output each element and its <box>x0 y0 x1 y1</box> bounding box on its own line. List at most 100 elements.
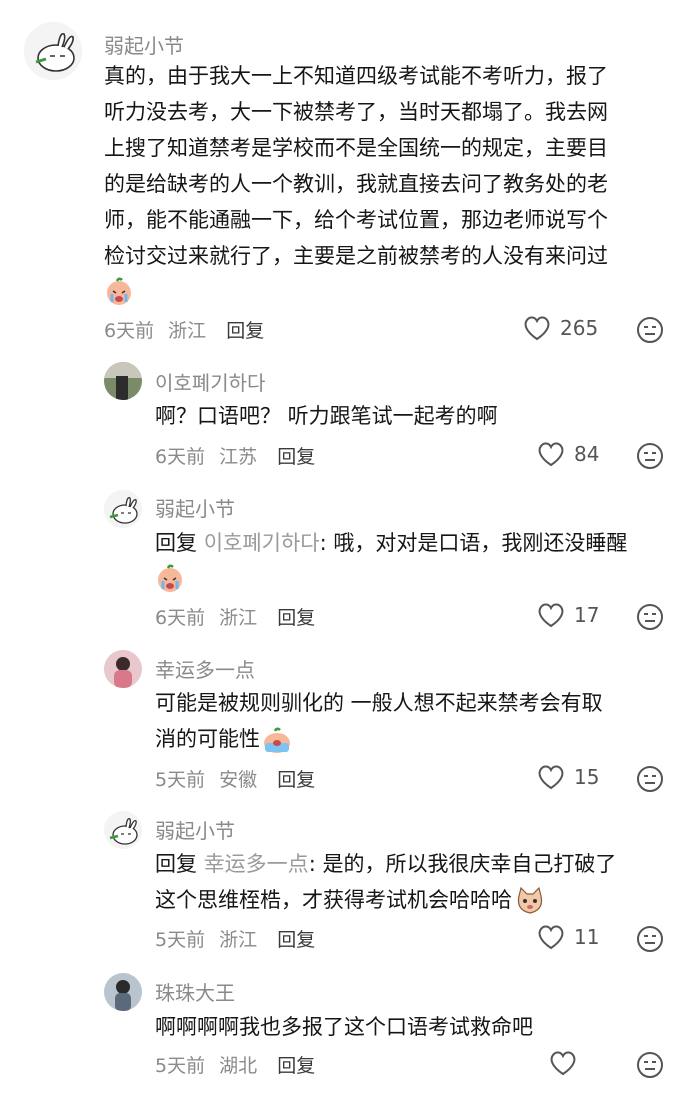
dislike-button[interactable] <box>636 1051 664 1079</box>
comment-meta: 5天前 浙江 回复 <box>155 925 315 952</box>
crying-face-emoji <box>104 276 134 306</box>
photo-avatar-icon <box>104 650 142 688</box>
like-count: 84 <box>574 442 600 466</box>
dislike-button[interactable] <box>636 925 664 953</box>
neutral-face-icon <box>637 1052 663 1078</box>
comment-text: 回复 幸运多一点: 是的，所以我很庆幸自己打破了 这个思维桎梏，才获得考试机会哈… <box>155 846 616 918</box>
avatar[interactable] <box>104 650 142 688</box>
bunny-avatar-icon <box>24 22 82 80</box>
sobbing-emoji <box>262 725 292 755</box>
timestamp: 5天前 <box>155 769 206 791</box>
reply-button[interactable]: 回复 <box>277 769 315 791</box>
like-button[interactable]: 17 <box>536 601 599 629</box>
crying-face-emoji <box>155 563 185 593</box>
neutral-face-icon <box>637 766 663 792</box>
reply-button[interactable]: 回复 <box>277 1055 315 1077</box>
comment-text: 真的，由于我大一上不知道四级考试能不考听力，报了 听力没去考，大一下被禁考了，当… <box>104 58 608 274</box>
reply-button[interactable]: 回复 <box>277 929 315 951</box>
reply-button[interactable]: 回复 <box>226 320 264 342</box>
timestamp: 6天前 <box>155 607 206 629</box>
location: 江苏 <box>219 446 258 468</box>
username[interactable]: 幸运多一点 <box>155 654 255 683</box>
location: 安徽 <box>219 769 258 791</box>
comment-line: 啊啊啊啊我也多报了这个口语考试救命吧 <box>155 1015 533 1039</box>
username[interactable]: 弱起小节 <box>155 815 235 844</box>
dislike-button[interactable] <box>636 765 664 793</box>
heart-icon <box>538 442 564 467</box>
comment-meta: 6天前 浙江 回复 <box>104 316 264 343</box>
like-count: 17 <box>574 603 600 627</box>
timestamp: 5天前 <box>155 929 206 951</box>
photo-avatar-icon <box>104 362 142 400</box>
username[interactable]: 珠珠大王 <box>155 977 235 1006</box>
reply-item: 珠珠大王 啊啊啊啊我也多报了这个口语考试救命吧 5天前 湖北 回复 <box>0 965 690 1100</box>
comment-text: 啊啊啊啊我也多报了这个口语考试救命吧 <box>155 1009 533 1045</box>
neutral-face-icon <box>637 604 663 630</box>
comment-line: 上搜了知道禁考是学校而不是全国统一的规定，主要目 <box>104 136 608 160</box>
comment-line: 啊？口语吧？ 听力跟笔试一起考的啊 <box>155 404 498 428</box>
username[interactable]: 弱起小节 <box>155 493 235 522</box>
comment-line: 的是给缺考的人一个教训，我就直接去问了教务处的老 <box>104 172 608 196</box>
comment-line: 可能是被规则驯化的 一般人想不起来禁考会有取 <box>155 691 603 715</box>
comment-line: 回复 이호폐기하다: 哦，对对是口语，我刚还没睡醒 <box>155 525 627 561</box>
avatar[interactable] <box>104 811 142 849</box>
like-button[interactable]: 84 <box>536 440 599 468</box>
bunny-avatar-icon <box>104 811 142 849</box>
like-button[interactable] <box>548 1049 586 1077</box>
dislike-button[interactable] <box>636 316 664 344</box>
like-count: 11 <box>574 925 600 949</box>
neutral-face-icon <box>637 443 663 469</box>
username[interactable]: 弱起小节 <box>104 30 184 59</box>
reply-text: : 是的，所以我很庆幸自己打破了 <box>308 852 617 876</box>
dislike-button[interactable] <box>636 442 664 470</box>
comment-text: 可能是被规则驯化的 一般人想不起来禁考会有取 消的可能性 <box>155 685 603 757</box>
dislike-button[interactable] <box>636 603 664 631</box>
comment-text: 回复 이호폐기하다: 哦，对对是口语，我刚还没睡醒 <box>155 525 627 561</box>
comment-line-text: 消的可能性 <box>155 727 260 751</box>
reply-target-username[interactable]: 이호폐기하다 <box>204 531 320 555</box>
like-button[interactable]: 15 <box>536 763 599 791</box>
reply-button[interactable]: 回复 <box>277 607 315 629</box>
heart-icon <box>550 1051 576 1076</box>
reply-prefix: 回复 <box>155 852 197 876</box>
cat-face-emoji <box>514 886 546 916</box>
username[interactable]: 이호폐기하다 <box>155 367 265 396</box>
avatar[interactable] <box>104 973 142 1011</box>
comment-meta: 5天前 湖北 回复 <box>155 1051 315 1078</box>
reply-text: : 哦，对对是口语，我刚还没睡醒 <box>319 531 628 555</box>
comment-line: 听力没去考，大一下被禁考了，当时天都塌了。我去网 <box>104 100 608 124</box>
reply-item: 弱起小节 回复 幸运多一点: 是的，所以我很庆幸自己打破了 这个思维桎梏，才获得… <box>0 805 690 965</box>
comment-meta: 5天前 安徽 回复 <box>155 765 315 792</box>
like-button[interactable]: 265 <box>522 314 598 342</box>
avatar[interactable] <box>24 22 82 80</box>
reply-item: 弱起小节 回复 이호폐기하다: 哦，对对是口语，我刚还没睡醒 6天前 浙江 回复… <box>0 485 690 645</box>
comment-line: 师，能不能通融一下，给个考试位置，那边老师说写个 <box>104 208 608 232</box>
bunny-avatar-icon <box>104 490 142 528</box>
avatar[interactable] <box>104 490 142 528</box>
timestamp: 6天前 <box>155 446 206 468</box>
reply-target-username[interactable]: 幸运多一点 <box>204 852 309 876</box>
heart-icon <box>524 316 550 341</box>
comment-item: 弱起小节 真的，由于我大一上不知道四级考试能不考听力，报了 听力没去考，大一下被… <box>0 0 690 350</box>
location: 浙江 <box>168 320 207 342</box>
photo-avatar-icon <box>104 973 142 1011</box>
location: 浙江 <box>219 929 258 951</box>
timestamp: 5天前 <box>155 1055 206 1077</box>
like-button[interactable]: 11 <box>536 923 599 951</box>
like-count: 15 <box>574 765 600 789</box>
reply-button[interactable]: 回复 <box>277 446 315 468</box>
comment-text: 啊？口语吧？ 听力跟笔试一起考的啊 <box>155 398 498 434</box>
comment-line-text: 这个思维桎梏，才获得考试机会哈哈哈 <box>155 888 512 912</box>
location: 湖北 <box>219 1055 258 1077</box>
comment-line: 检讨交过来就行了，主要是之前被禁考的人没有来问过 <box>104 244 608 268</box>
neutral-face-icon <box>637 926 663 952</box>
reply-item: 幸运多一点 可能是被规则驯化的 一般人想不起来禁考会有取 消的可能性 5天前 安… <box>0 645 690 805</box>
comment-line: 消的可能性 <box>155 721 603 757</box>
neutral-face-icon <box>637 317 663 343</box>
avatar[interactable] <box>104 362 142 400</box>
comment-line: 回复 幸运多一点: 是的，所以我很庆幸自己打破了 <box>155 846 616 882</box>
comment-line: 这个思维桎梏，才获得考试机会哈哈哈 <box>155 882 616 918</box>
heart-icon <box>538 603 564 628</box>
heart-icon <box>538 925 564 950</box>
reply-prefix: 回复 <box>155 531 197 555</box>
